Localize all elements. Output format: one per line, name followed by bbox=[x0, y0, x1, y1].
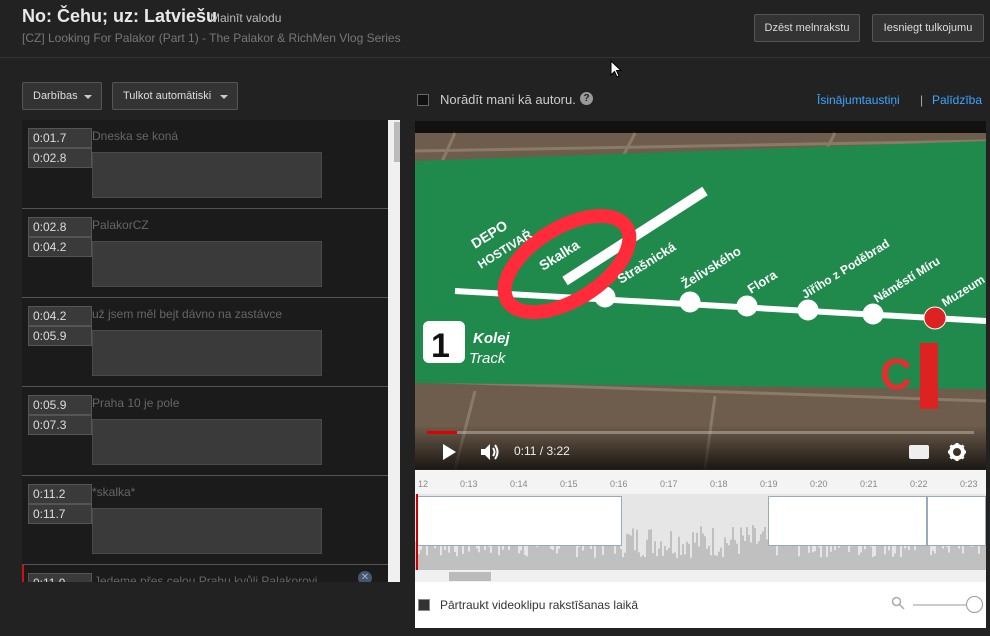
video-frame: DEPO HOSTIVAŘ Skalka Strašnická Želivské… bbox=[415, 121, 986, 469]
timeline-tick: 0:20 bbox=[810, 479, 828, 489]
chevron-down-icon bbox=[220, 95, 228, 99]
timeline-scroll-thumb[interactable] bbox=[449, 572, 491, 581]
timeline-options-bar: Pārtraukt videoklipu rakstīšanas laikā bbox=[415, 582, 986, 628]
caption-start-time[interactable]: 0:05.9 bbox=[28, 395, 92, 415]
play-icon[interactable] bbox=[443, 444, 456, 460]
caption-item-selected[interactable]: 0:11.9 Jedeme přes celou Prahu kvůli Pal… bbox=[22, 565, 388, 582]
change-language-link[interactable]: Mainīt valodu bbox=[210, 11, 281, 25]
caption-translation-input[interactable] bbox=[92, 508, 322, 554]
actions-dropdown[interactable]: Darbības bbox=[22, 82, 102, 110]
sign-track-number: 1 bbox=[431, 327, 450, 365]
auto-translate-dropdown-label: Tulkot automātiski bbox=[123, 90, 212, 102]
caption-end-time[interactable]: 0:02.8 bbox=[28, 148, 92, 168]
link-separator: | bbox=[920, 93, 924, 107]
timeline-playhead[interactable] bbox=[416, 494, 418, 570]
caption-end-time[interactable]: 0:05.9 bbox=[28, 326, 92, 346]
keyboard-shortcuts-link[interactable]: Īsinājumtaustiņi bbox=[817, 93, 900, 107]
timeline-tick: 0:23 bbox=[960, 479, 978, 489]
delete-caption-icon[interactable]: ✕ bbox=[358, 571, 372, 582]
credit-author-checkbox[interactable] bbox=[417, 94, 429, 106]
caption-list-scrollbar[interactable] bbox=[388, 120, 400, 582]
page-title: No: Čehu; uz: Latviešu bbox=[22, 6, 218, 26]
video-progress-bar[interactable] bbox=[427, 431, 974, 434]
video-progress-played bbox=[427, 431, 457, 434]
video-player[interactable]: DEPO HOSTIVAŘ Skalka Strašnická Želivské… bbox=[415, 121, 986, 469]
gear-icon[interactable] bbox=[947, 442, 967, 462]
help-icon[interactable]: ? bbox=[580, 92, 593, 105]
timeline-caption-block[interactable] bbox=[416, 496, 622, 546]
caption-list[interactable]: 0:01.7 0:02.8 Dneska se koná 0:02.8 0:04… bbox=[22, 120, 388, 582]
caption-original-text: PalakorCZ bbox=[92, 218, 149, 232]
discard-draft-button[interactable]: Dzēst melnrakstu bbox=[754, 14, 860, 42]
editor-header: No: Čehu; uz: Latviešu Mainīt valodu [CZ… bbox=[0, 0, 990, 58]
subtitles-icon[interactable] bbox=[909, 445, 929, 459]
caption-original-text: Jedeme přes celou Prahu kvůli Palakorovi bbox=[94, 574, 318, 582]
timeline-tick: 0:19 bbox=[760, 479, 778, 489]
caption-end-time[interactable]: 0:11.7 bbox=[28, 504, 92, 524]
video-time: 0:11 / 3:22 bbox=[514, 444, 570, 458]
sign-track-en: Track bbox=[469, 350, 507, 367]
auto-translate-dropdown[interactable]: Tulkot automātiski bbox=[112, 82, 238, 110]
caption-end-time[interactable]: 0:04.2 bbox=[28, 237, 92, 257]
timeline-tick: 0:16 bbox=[610, 479, 628, 489]
caption-item[interactable]: 0:01.7 0:02.8 Dneska se koná bbox=[22, 120, 388, 209]
help-link[interactable]: Palīdzība bbox=[932, 93, 982, 107]
timeline-tick: 0:21 bbox=[860, 479, 878, 489]
mouse-cursor-icon bbox=[610, 60, 622, 78]
caption-original-text: *skalka* bbox=[92, 485, 136, 499]
pause-while-typing-checkbox[interactable] bbox=[418, 599, 430, 611]
caption-item[interactable]: 0:04.2 0:05.9 už jsem měl bejt dávno na … bbox=[22, 298, 388, 387]
credit-author-label: Norādīt mani kā autoru. bbox=[440, 92, 576, 107]
caption-original-text: už jsem měl bejt dávno na zastávce bbox=[92, 307, 283, 321]
caption-timeline[interactable]: 12 0:13 0:14 0:15 0:16 0:17 0:18 0:19 0:… bbox=[415, 470, 986, 582]
pause-while-typing-label: Pārtraukt videoklipu rakstīšanas laikā bbox=[440, 598, 639, 612]
timeline-scrollbar[interactable] bbox=[415, 570, 986, 582]
timeline-caption-block[interactable] bbox=[768, 496, 927, 546]
caption-start-time[interactable]: 0:11.2 bbox=[28, 484, 92, 504]
timeline-tick: 12 bbox=[418, 479, 429, 489]
volume-icon[interactable] bbox=[479, 441, 501, 463]
caption-translation-input[interactable] bbox=[92, 419, 322, 465]
submit-translation-button[interactable]: Iesniegt tulkojumu bbox=[872, 14, 984, 42]
caption-translation-input[interactable] bbox=[92, 152, 322, 198]
timeline-tick: 0:14 bbox=[510, 479, 528, 489]
caption-item[interactable]: 0:05.9 0:07.3 Praha 10 je pole bbox=[22, 387, 388, 476]
zoom-icon bbox=[891, 596, 905, 610]
timeline-tick: 0:17 bbox=[660, 479, 678, 489]
timeline-caption-block[interactable] bbox=[927, 496, 986, 546]
timeline-ruler: 12 0:13 0:14 0:15 0:16 0:17 0:18 0:19 0:… bbox=[415, 470, 986, 494]
sign-line-letter: C bbox=[880, 350, 912, 399]
actions-dropdown-label: Darbības bbox=[33, 90, 78, 102]
caption-translation-input[interactable] bbox=[92, 241, 322, 287]
caption-list-scroll-thumb[interactable] bbox=[394, 122, 400, 162]
caption-original-text: Praha 10 je pole bbox=[92, 396, 180, 410]
timeline-tick: 0:13 bbox=[460, 479, 478, 489]
caption-item[interactable]: 0:02.8 0:04.2 PalakorCZ bbox=[22, 209, 388, 298]
timeline-tick: 0:22 bbox=[910, 479, 928, 489]
sign-track-cz: Kolej bbox=[473, 330, 511, 347]
video-controls: 0:11 / 3:22 bbox=[415, 425, 986, 469]
caption-end-time[interactable]: 0:07.3 bbox=[28, 415, 92, 435]
caption-item[interactable]: 0:11.2 0:11.7 *skalka* bbox=[22, 476, 388, 565]
timeline-tick: 0:18 bbox=[710, 479, 728, 489]
zoom-slider-handle[interactable] bbox=[966, 596, 983, 613]
caption-original-text: Dneska se koná bbox=[92, 129, 179, 143]
video-title: [CZ] Looking For Palakor (Part 1) - The … bbox=[22, 31, 401, 45]
timeline-tick: 0:15 bbox=[560, 479, 578, 489]
chevron-down-icon bbox=[84, 95, 92, 99]
caption-start-time[interactable]: 0:11.9 bbox=[28, 573, 92, 582]
caption-start-time[interactable]: 0:02.8 bbox=[28, 217, 92, 237]
caption-translation-input[interactable] bbox=[92, 330, 322, 376]
caption-start-time[interactable]: 0:04.2 bbox=[28, 306, 92, 326]
caption-start-time[interactable]: 0:01.7 bbox=[28, 128, 92, 148]
